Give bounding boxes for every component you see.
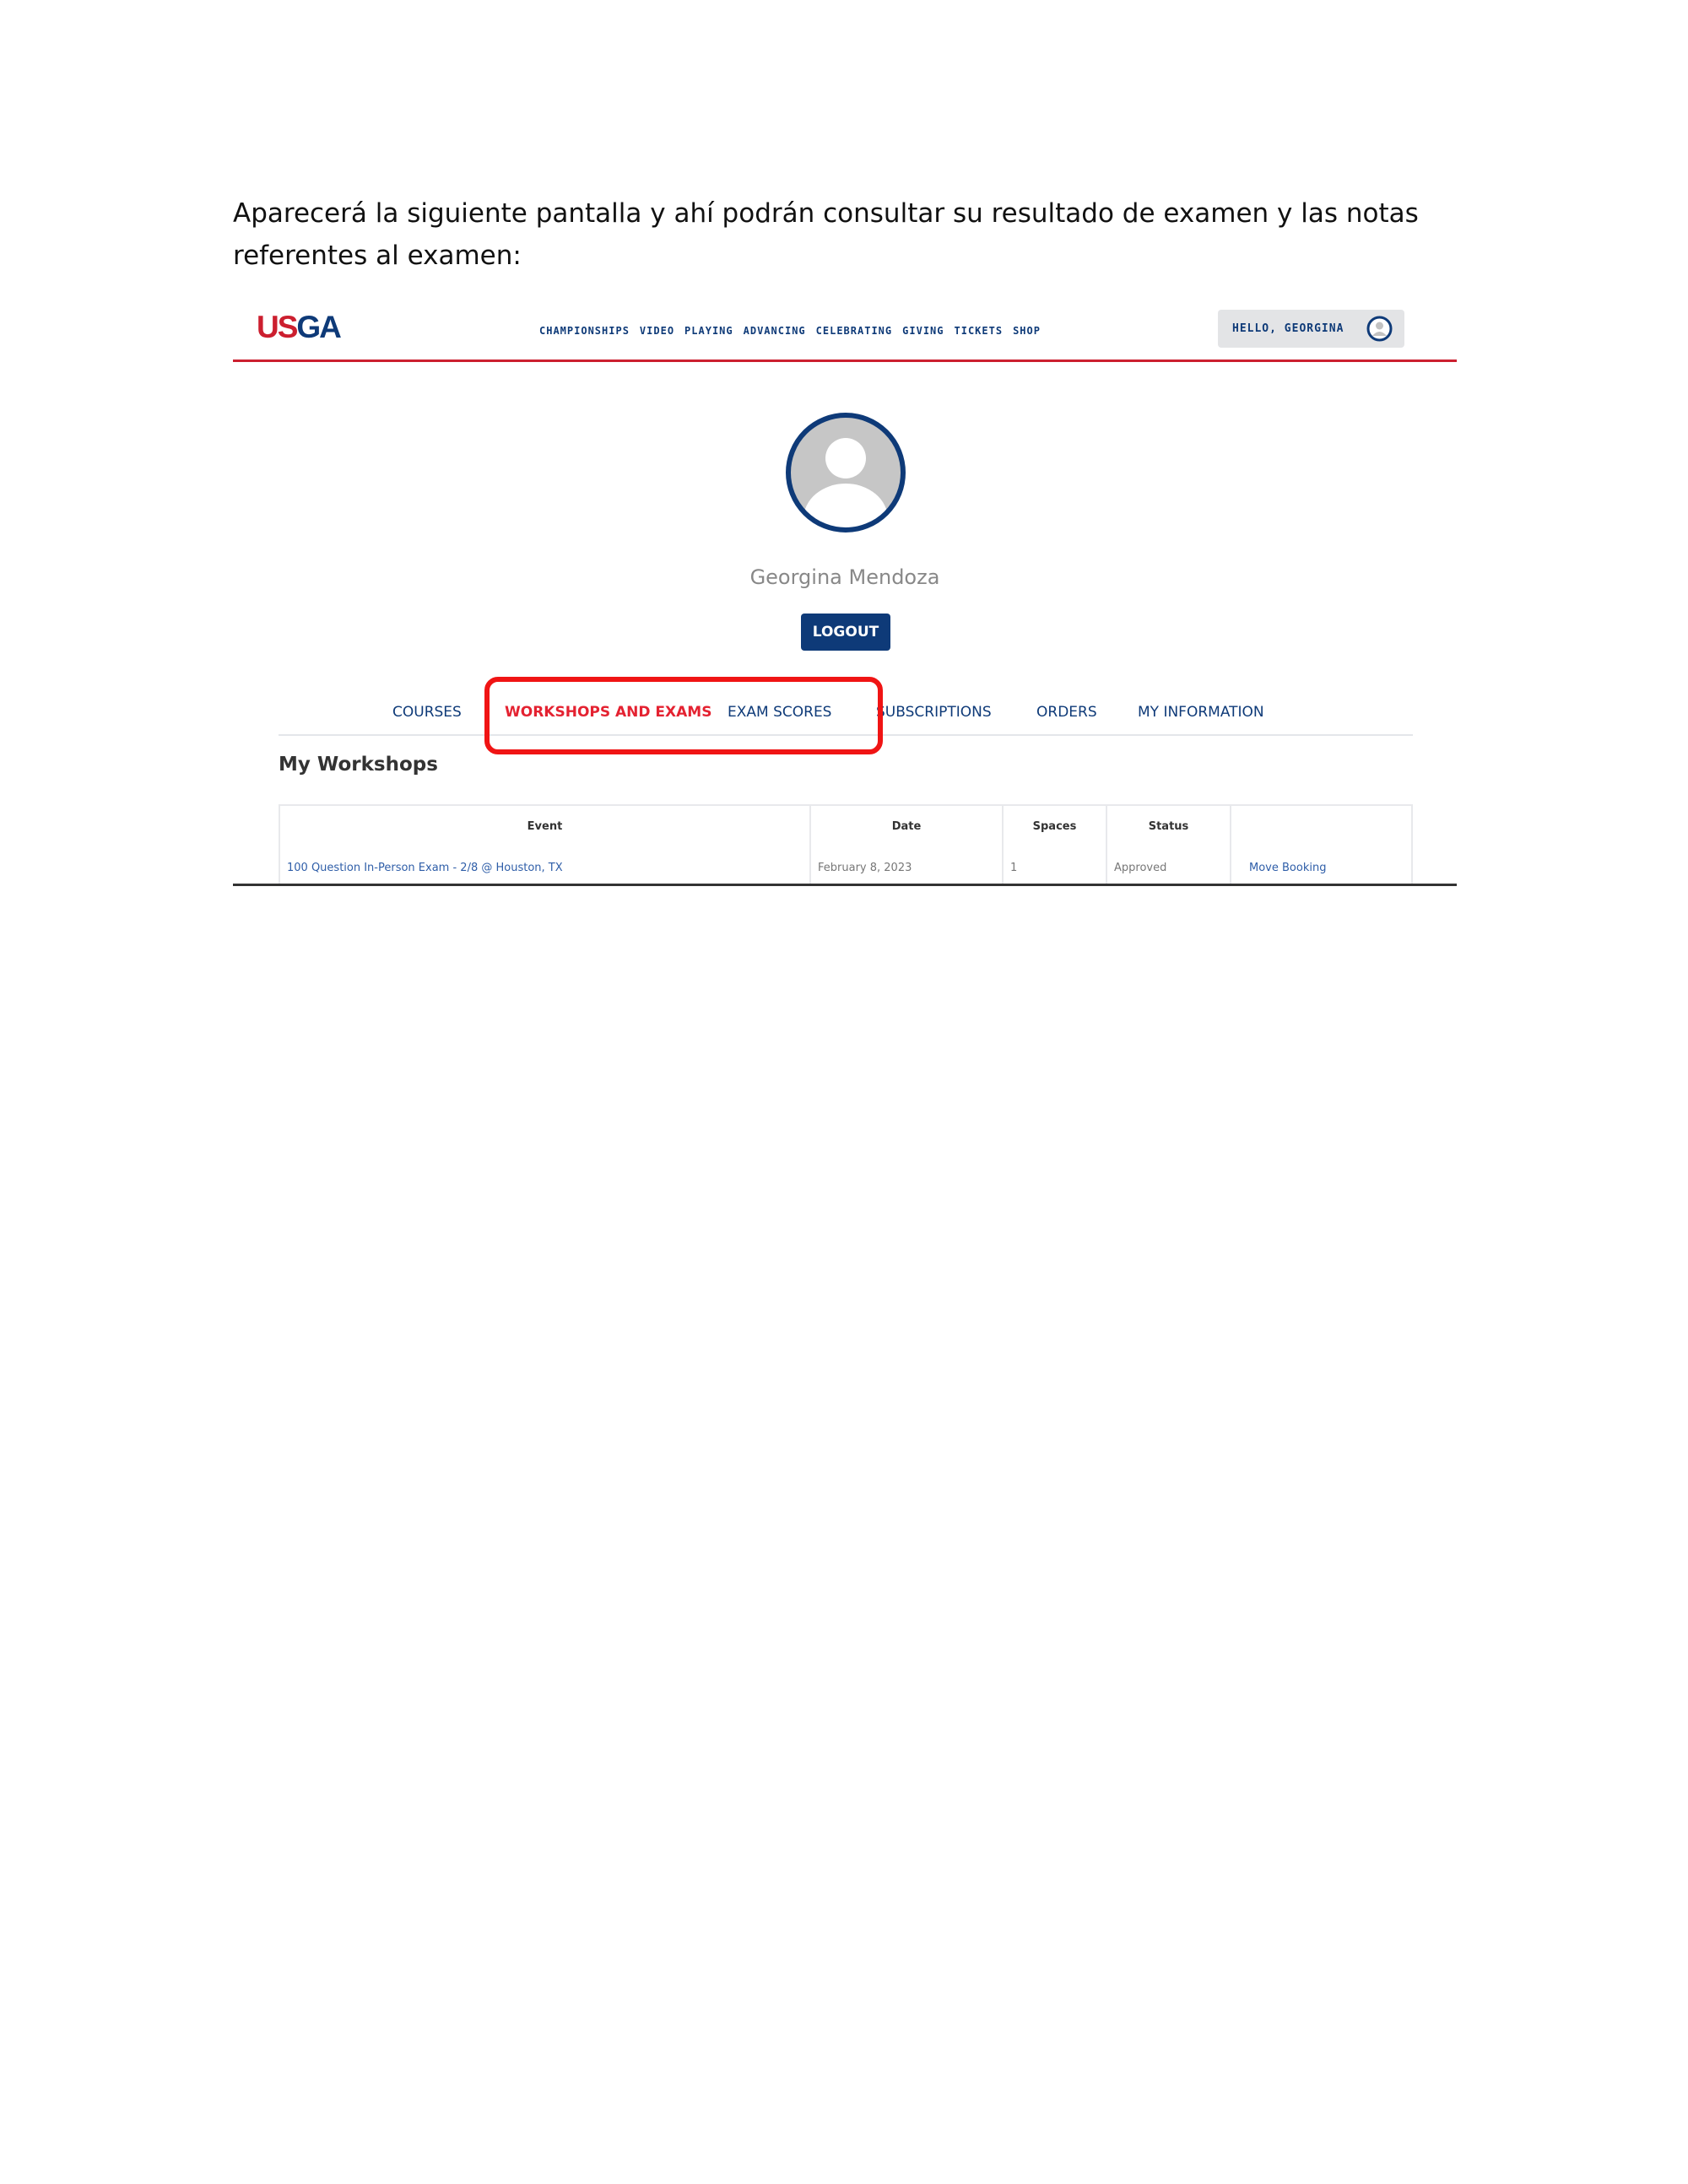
event-date: February 8, 2023 xyxy=(818,862,912,874)
usga-logo[interactable]: USGA xyxy=(257,310,342,344)
intro-line-1: Aparecerá la siguiente pantalla y ahí po… xyxy=(233,198,1419,229)
account-menu-button[interactable]: HELLO, GEORGINA xyxy=(1218,310,1404,348)
tab-subscriptions[interactable]: SUBSCRIPTIONS xyxy=(876,704,992,721)
header-spaces: Spaces xyxy=(1032,820,1077,833)
site-header: USGA CHAMPIONSHIPS VIDEO PLAYING ADVANCI… xyxy=(233,295,1457,362)
column-event: Event 100 Question In-Person Exam - 2/8 … xyxy=(279,806,809,884)
nav-giving[interactable]: GIVING xyxy=(902,321,944,341)
event-status: Approved xyxy=(1114,862,1167,874)
tab-orders[interactable]: ORDERS xyxy=(1036,704,1097,721)
event-spaces: 1 xyxy=(1010,862,1018,874)
logo-us: US xyxy=(257,310,298,344)
column-spaces: Spaces 1 xyxy=(1002,806,1106,884)
nav-video[interactable]: VIDEO xyxy=(640,321,674,341)
header-date: Date xyxy=(891,820,922,833)
event-link[interactable]: 100 Question In-Person Exam - 2/8 @ Hous… xyxy=(287,862,563,874)
nav-tickets[interactable]: TICKETS xyxy=(955,321,1004,341)
screenshot-bottom-border xyxy=(233,884,1457,886)
my-workshops-heading: My Workshops xyxy=(279,754,438,776)
nav-shop[interactable]: SHOP xyxy=(1013,321,1041,341)
intro-line-2: referentes al examen: xyxy=(233,241,522,271)
column-actions: Move Booking xyxy=(1230,806,1413,884)
move-booking-link[interactable]: Move Booking xyxy=(1249,862,1326,874)
user-avatar-icon xyxy=(1366,316,1393,342)
column-status: Status Approved xyxy=(1106,806,1230,884)
tab-my-information[interactable]: MY INFORMATION xyxy=(1138,704,1264,721)
nav-celebrating[interactable]: CELEBRATING xyxy=(816,321,892,341)
annotation-highlight xyxy=(484,677,883,754)
nav-advancing[interactable]: ADVANCING xyxy=(744,321,806,341)
nav-championships[interactable]: CHAMPIONSHIPS xyxy=(539,321,630,341)
document-intro: Aparecerá la siguiente pantalla y ahí po… xyxy=(233,192,1457,277)
profile-avatar-icon xyxy=(786,413,906,532)
logout-button[interactable]: LOGOUT xyxy=(801,614,890,651)
column-date: Date February 8, 2023 xyxy=(809,806,1002,884)
greeting-text: HELLO, GEORGINA xyxy=(1232,322,1344,335)
tab-courses[interactable]: COURSES xyxy=(392,704,462,721)
usga-account-screenshot: USGA CHAMPIONSHIPS VIDEO PLAYING ADVANCI… xyxy=(233,295,1457,886)
logo-ga: GA xyxy=(296,310,341,344)
profile-name: Georgina Mendoza xyxy=(749,565,940,589)
header-event: Event xyxy=(527,820,563,833)
workshops-table: Event 100 Question In-Person Exam - 2/8 … xyxy=(279,804,1413,884)
main-nav: CHAMPIONSHIPS VIDEO PLAYING ADVANCING CE… xyxy=(539,321,1041,341)
header-status: Status xyxy=(1148,820,1189,833)
nav-playing[interactable]: PLAYING xyxy=(684,321,733,341)
